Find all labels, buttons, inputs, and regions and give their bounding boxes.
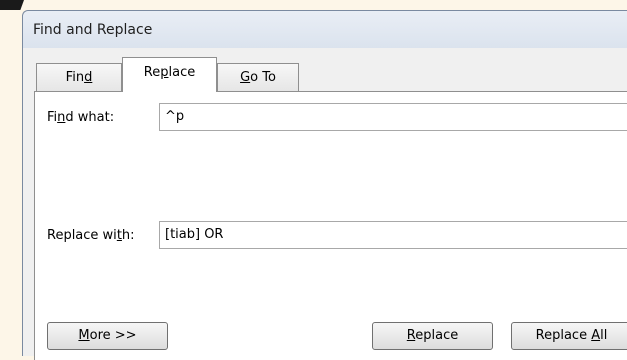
replace-button[interactable]: Replace: [372, 322, 493, 350]
title-bar[interactable]: Find and Replace: [23, 11, 627, 48]
replace-with-label: Replace with:: [47, 228, 135, 243]
replace-all-button[interactable]: Replace All: [511, 322, 627, 350]
tab-goto[interactable]: Go To: [217, 63, 299, 91]
decorative-bar: [0, 0, 24, 10]
find-what-label: Find what:: [47, 110, 115, 125]
replace-panel: Find what: ^p Replace with: [tiab] OR Mo…: [34, 91, 627, 360]
more-button[interactable]: More >>: [47, 322, 168, 350]
window-title: Find and Replace: [33, 22, 153, 38]
find-what-input[interactable]: ^p: [159, 103, 627, 131]
background: [0, 0, 627, 10]
replace-with-input[interactable]: [tiab] OR: [159, 221, 627, 249]
tab-replace[interactable]: Replace: [122, 57, 217, 92]
tab-find[interactable]: Find: [36, 63, 122, 91]
find-replace-dialog: Find and Replace Find Replace Go To Find…: [22, 10, 627, 360]
